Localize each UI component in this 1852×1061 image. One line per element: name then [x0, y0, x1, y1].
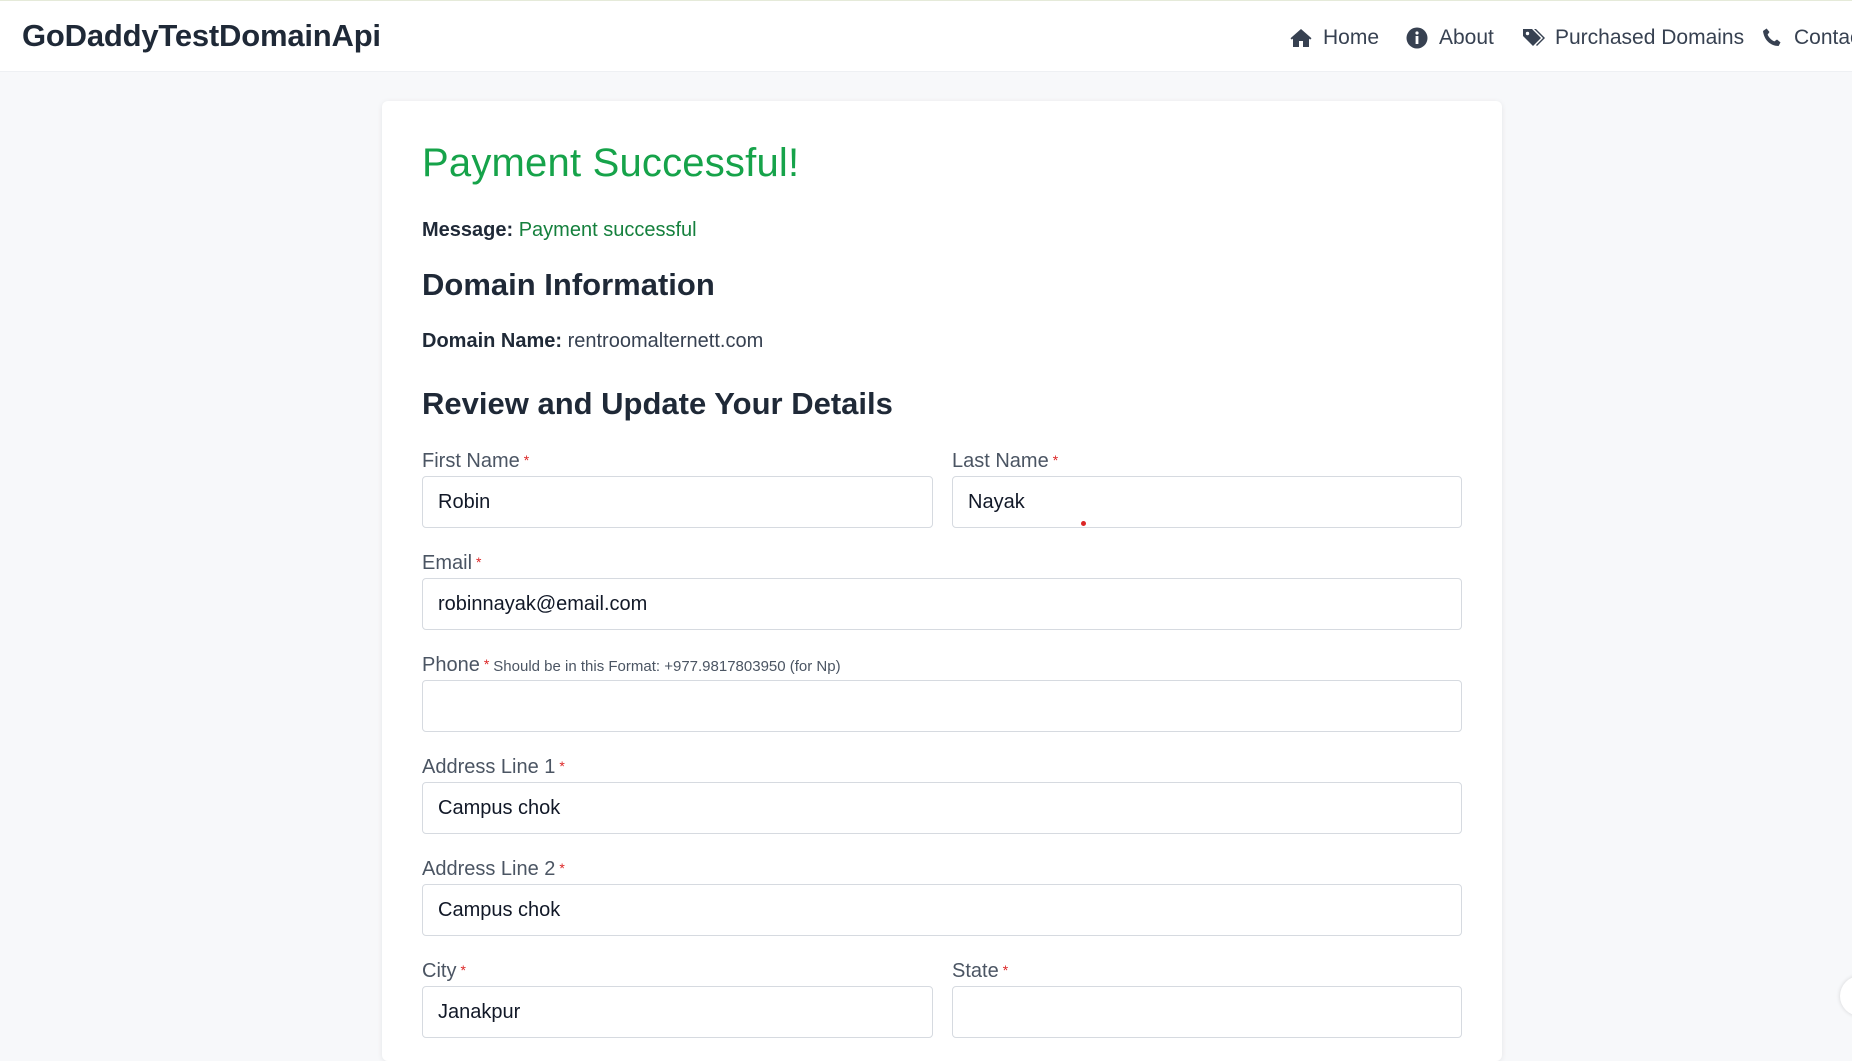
first-name-input[interactable]	[422, 476, 933, 528]
nav-contact[interactable]: Contac	[1760, 23, 1852, 53]
state-label: State *	[952, 960, 1009, 982]
last-name-input[interactable]	[952, 476, 1462, 528]
state-input[interactable]	[952, 986, 1462, 1038]
brand-logo-text[interactable]: GoDaddyTestDomainApi	[22, 18, 381, 54]
nav-home-label: Home	[1323, 26, 1380, 49]
required-asterisk: *	[1002, 962, 1009, 978]
required-asterisk: *	[523, 452, 530, 468]
last-name-label: Last Name *	[952, 450, 1059, 472]
phone-icon	[1763, 28, 1781, 46]
required-asterisk: *	[559, 860, 565, 876]
required-asterisk: *	[559, 758, 565, 774]
cursor-marker	[1081, 521, 1086, 526]
address-line-1-label: Address Line 1 *	[422, 756, 565, 778]
tags-icon	[1523, 29, 1545, 46]
required-asterisk: *	[460, 962, 466, 978]
review-details-heading: Review and Update Your Details	[422, 386, 893, 421]
home-icon	[1290, 29, 1312, 47]
domain-name-label: Domain Name:	[422, 330, 563, 352]
first-name-label: First Name *	[422, 450, 530, 472]
nav-about[interactable]: About	[1405, 23, 1494, 53]
floating-action-button[interactable]	[1840, 976, 1852, 1016]
nav-about-label: About	[1439, 26, 1494, 49]
message-label: Message:	[422, 219, 514, 241]
nav-purchased-domains[interactable]: Purchased Domains	[1521, 23, 1744, 53]
payment-success-title: Payment Successful!	[422, 141, 800, 185]
address-line-2-input[interactable]	[422, 884, 1462, 936]
phone-format-hint: Should be in this Format: +977.981780395…	[493, 658, 841, 675]
required-asterisk: *	[483, 656, 490, 672]
required-asterisk: *	[1052, 452, 1059, 468]
city-input[interactable]	[422, 986, 933, 1038]
city-label: City *	[422, 960, 466, 982]
email-input[interactable]	[422, 578, 1462, 630]
nav-home[interactable]: Home	[1289, 23, 1379, 53]
email-label: Email *	[422, 552, 482, 574]
address-line-2-label: Address Line 2 *	[422, 858, 565, 880]
payment-card: Payment Successful! Message: Payment suc…	[382, 101, 1502, 1061]
nav-purchased-domains-label: Purchased Domains	[1555, 26, 1745, 49]
message-value: Payment successful	[518, 219, 697, 241]
address-line-1-input[interactable]	[422, 782, 1462, 834]
nav-contact-label: Contac	[1794, 26, 1852, 49]
required-asterisk: *	[476, 554, 482, 570]
domain-name-value: rentroomalternett.com	[567, 330, 764, 352]
phone-label: Phone * Should be in this Format: +977.981…	[422, 654, 841, 676]
info-icon	[1406, 27, 1428, 49]
domain-info-heading: Domain Information	[422, 267, 715, 302]
top-navbar: GoDaddyTestDomainApi Home About Purchase…	[0, 0, 1852, 71]
phone-input[interactable]	[422, 680, 1462, 732]
domain-name-line: Domain Name: rentroomalternett.com	[422, 330, 763, 353]
payment-message: Message: Payment successful	[422, 219, 697, 242]
